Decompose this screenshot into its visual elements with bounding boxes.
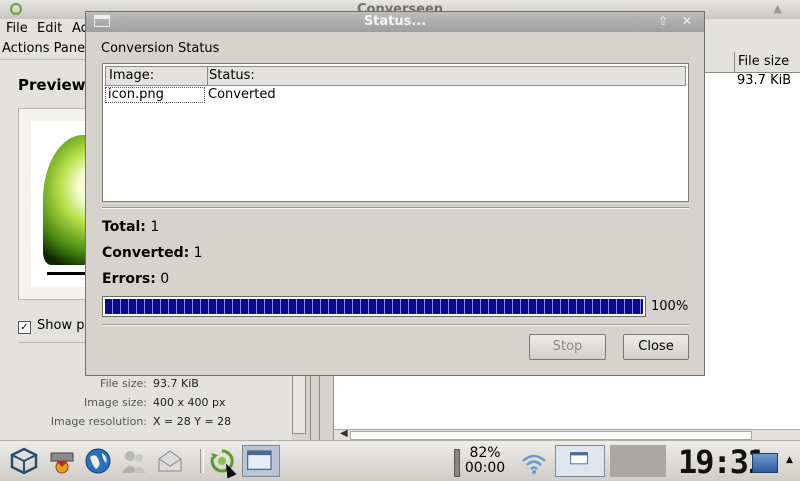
horizontal-scrollbar[interactable]: ◀ <box>334 428 800 440</box>
maximize-icon[interactable]: ▲ <box>774 2 782 15</box>
preview-leaf-graphic <box>43 135 89 265</box>
checkbox-check-icon[interactable]: ✓ <box>18 321 31 334</box>
total-label: Total: <box>102 219 146 235</box>
menu-edit[interactable]: Edit <box>37 21 62 36</box>
preview-image <box>31 121 89 287</box>
window-task-icon <box>247 450 272 470</box>
preview-frame <box>18 108 90 300</box>
progress-fill <box>105 299 643 314</box>
battery-percent: 82% <box>469 445 501 461</box>
close-icon[interactable]: ✕ <box>679 13 695 29</box>
panel-menu-arrow-icon[interactable]: ▲ <box>786 455 793 465</box>
dialog-separator-bottom <box>102 324 689 326</box>
progress-bar <box>102 296 646 317</box>
actions-panel-label: Actions Panel <box>2 41 89 56</box>
converted-label: Converted: <box>102 245 190 261</box>
file-size-value: 93.7 KiB <box>153 377 199 390</box>
show-preview-label: Show pr <box>37 318 90 333</box>
battery-status[interactable]: 82% 00:00 <box>462 446 508 476</box>
wifi-icon[interactable] <box>520 449 548 477</box>
preview-underline <box>47 272 89 275</box>
status-dialog: Status... ⇧ ✕ Conversion Status Image: S… <box>85 11 705 376</box>
conversion-status-label: Conversion Status <box>101 41 220 56</box>
kde-menu-icon[interactable] <box>10 447 38 475</box>
show-preview-checkbox[interactable]: ✓ Show pr <box>18 318 90 334</box>
pager-window-icon <box>570 452 588 465</box>
table-row[interactable]: icon.png Converted <box>105 87 686 103</box>
file-size-key: File size: <box>100 377 147 390</box>
pager-desktop-2[interactable] <box>610 445 666 477</box>
status-table-header: Image: Status: <box>105 66 686 86</box>
menu-file[interactable]: File <box>6 21 28 36</box>
total-value: 1 <box>150 219 160 235</box>
errors-value: 0 <box>160 271 170 287</box>
users-icon[interactable] <box>120 447 148 475</box>
row-image-cell: icon.png <box>105 87 205 103</box>
image-resolution-value: X = 28 Y = 28 <box>153 415 232 428</box>
globe-browser-icon[interactable] <box>84 447 112 475</box>
battery-icon <box>454 449 460 477</box>
column-image[interactable]: Image: <box>106 67 208 85</box>
converted-stat: Converted: 1 <box>102 245 203 261</box>
scrollbar-thumb[interactable] <box>350 431 752 440</box>
stop-button[interactable]: Stop <box>529 334 606 360</box>
dialog-separator <box>102 207 689 209</box>
total-stat: Total: 1 <box>102 219 159 235</box>
taskbar: 82% 00:00 19:31 ▲ <box>0 440 800 481</box>
burner-icon[interactable] <box>48 447 76 475</box>
mail-icon[interactable] <box>156 447 184 475</box>
column-status[interactable]: Status: <box>209 67 255 85</box>
row-status-cell: Converted <box>208 87 276 102</box>
image-size-key: Image size: <box>84 396 147 409</box>
status-table[interactable]: Image: Status: icon.png Converted <box>102 63 689 202</box>
scroll-left-arrow-icon[interactable]: ◀ <box>340 428 348 439</box>
taskbar-separator <box>200 449 204 473</box>
column-file-size[interactable]: File size <box>734 52 800 72</box>
active-task-button[interactable] <box>242 445 280 477</box>
close-button[interactable]: Close <box>623 334 689 360</box>
converted-value: 1 <box>193 245 203 261</box>
battery-time: 00:00 <box>464 460 506 476</box>
dialog-titlebar[interactable]: Status... ⇧ ✕ <box>86 12 704 32</box>
pager-desktop-1[interactable] <box>555 445 605 477</box>
image-size-value: 400 x 400 px <box>153 396 226 409</box>
progress-percent: 100% <box>651 299 689 314</box>
show-desktop-icon[interactable] <box>752 453 778 473</box>
file-row-size: 93.7 KiB <box>737 73 792 88</box>
keep-above-icon[interactable]: ⇧ <box>655 13 671 29</box>
dialog-title: Status... <box>363 14 427 29</box>
errors-stat: Errors: 0 <box>102 271 169 287</box>
preview-title: Preview: <box>18 76 92 94</box>
errors-label: Errors: <box>102 271 156 287</box>
image-resolution-key: Image resolution: <box>50 415 147 428</box>
